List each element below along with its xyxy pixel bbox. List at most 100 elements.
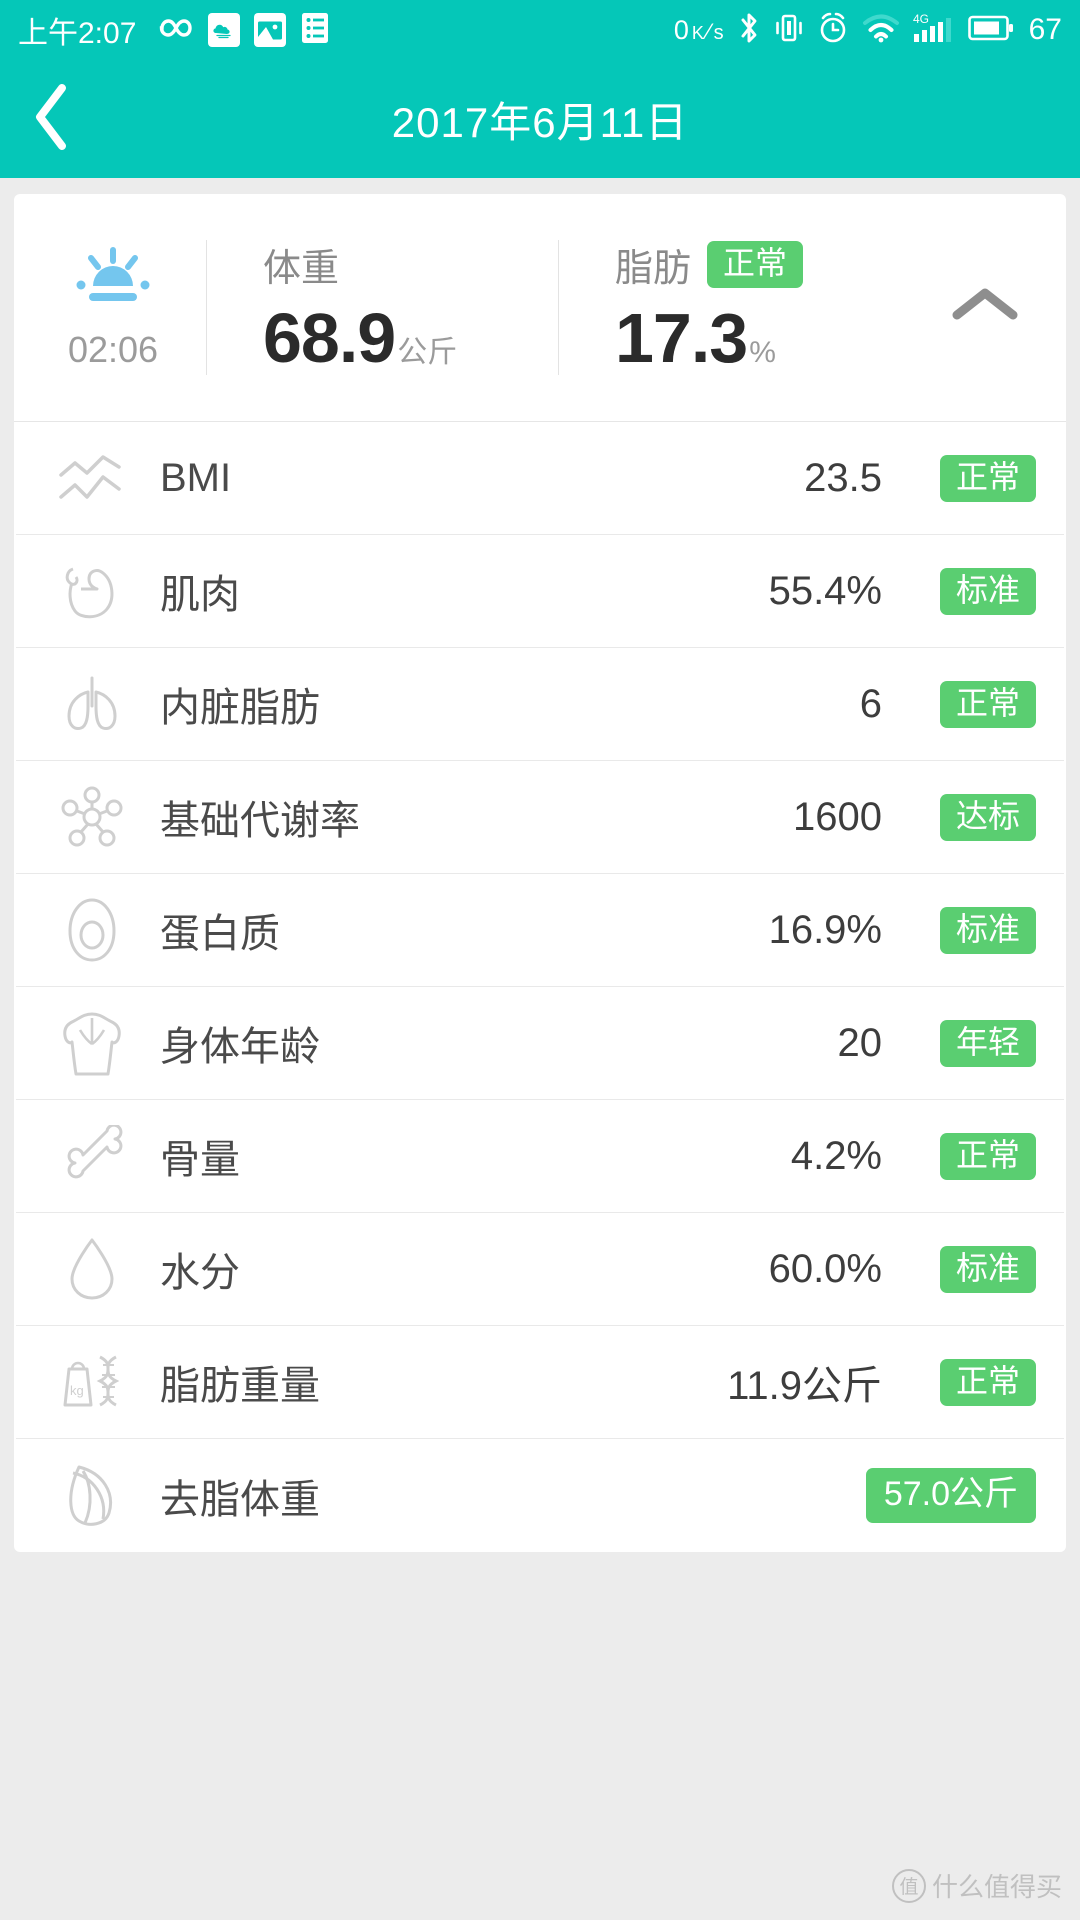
metric-badge-slot: 达标 — [904, 793, 1036, 841]
status-badge: 标准 — [939, 567, 1036, 615]
trend-line-icon — [46, 451, 138, 505]
metric-value: 60.0% — [768, 1246, 882, 1291]
table-row[interactable]: BMI 23.5 正常 — [16, 422, 1064, 535]
status-badge: 正常 — [939, 680, 1036, 728]
metric-badge-slot: 标准 — [904, 567, 1036, 615]
chevron-up-icon — [949, 281, 1021, 334]
table-row[interactable]: 水分 60.0% 标准 — [16, 1213, 1064, 1326]
network-speed-indicator: 0 K ⁄ s — [673, 14, 724, 45]
metric-badge-slot: 正常 — [904, 1132, 1036, 1180]
network-speed-value: 0 — [673, 14, 689, 45]
molecule-icon — [46, 786, 138, 848]
summary-weight-unit: 公斤 — [397, 336, 458, 369]
network-speed-unit: K — [692, 24, 704, 42]
status-badge: 正常 — [939, 454, 1036, 502]
watermark: 值 什么值得买 — [891, 1867, 1062, 1904]
summary-weight-label: 体重 — [263, 248, 340, 290]
metric-value: 1600 — [793, 794, 882, 839]
summary-section: 02:06 体重 68.9 公斤 脂肪 正常 17.3 % — [14, 194, 1066, 422]
status-badge: 正常 — [939, 1132, 1036, 1180]
metric-value: 20 — [837, 1020, 883, 1065]
table-row[interactable]: 去脂体重 57.0公斤 — [16, 1439, 1064, 1552]
metric-label: 身体年龄 — [160, 1025, 320, 1069]
metric-badge-slot: 正常 — [904, 454, 1036, 502]
status-badge: 标准 — [939, 906, 1036, 954]
metric-value: 16.9% — [768, 907, 882, 952]
summary-weight-block: 体重 68.9 公斤 — [207, 194, 558, 421]
metric-label: 肌肉 — [160, 573, 240, 617]
metric-badge-slot: 标准 — [904, 1245, 1036, 1293]
muscle-arm-icon — [46, 559, 138, 623]
metric-value: 55.4% — [768, 568, 882, 613]
summary-weight-value-row: 68.9 公斤 — [263, 298, 558, 378]
metric-label: 脂肪重量 — [160, 1364, 320, 1408]
list-icon — [300, 11, 330, 50]
status-badge: 57.0公斤 — [865, 1468, 1036, 1523]
metric-value: 4.2% — [790, 1133, 882, 1178]
table-row[interactable]: 骨量 4.2% 正常 — [16, 1100, 1064, 1213]
table-row[interactable]: 蛋白质 16.9% 标准 — [16, 874, 1064, 987]
metric-value: 6 — [859, 681, 882, 726]
metric-label: 水分 — [160, 1251, 240, 1295]
watermark-text: 什么值得买 — [931, 1872, 1062, 1902]
metric-label: 去脂体重 — [160, 1477, 320, 1522]
svg-text:4G: 4G — [913, 12, 929, 26]
metric-badge-slot: 标准 — [904, 906, 1036, 954]
wifi-icon — [862, 13, 900, 48]
vibrate-icon — [774, 11, 804, 50]
svg-text:kg: kg — [70, 1383, 84, 1398]
summary-fat-block: 脂肪 正常 17.3 % — [559, 194, 910, 421]
metric-label: 内脏脂肪 — [160, 686, 320, 730]
summary-time: 02:06 — [67, 329, 159, 370]
metric-badge-slot: 正常 — [904, 1358, 1036, 1406]
lungs-icon — [46, 672, 138, 736]
metric-label: 蛋白质 — [160, 912, 280, 956]
summary-fat-value: 17.3 — [615, 299, 748, 377]
sunrise-icon — [71, 244, 155, 311]
summary-time-block: 02:06 — [20, 194, 206, 421]
table-row[interactable]: 内脏脂肪 6 正常 — [16, 648, 1064, 761]
cloud-app-icon — [208, 13, 241, 47]
summary-fat-status-badge: 正常 — [707, 241, 804, 288]
status-clock: 上午2:07 — [18, 17, 137, 50]
metric-badge-slot: 57.0公斤 — [846, 1468, 1036, 1523]
infinity-icon — [150, 13, 194, 48]
page-body: 02:06 体重 68.9 公斤 脂肪 正常 17.3 % BMI 23.5 正… — [0, 178, 1080, 1920]
status-bar-right: 0 K ⁄ s 4G 67 — [674, 11, 1062, 50]
weight-dna-icon: kg — [46, 1351, 138, 1413]
metric-badge-slot: 年轻 — [904, 1019, 1036, 1067]
status-badge: 正常 — [939, 1358, 1036, 1406]
metric-label: 基础代谢率 — [160, 799, 360, 843]
measurement-card: 02:06 体重 68.9 公斤 脂肪 正常 17.3 % BMI 23.5 正… — [14, 194, 1066, 1552]
table-row[interactable]: kg 脂肪重量 11.9公斤 正常 — [16, 1326, 1064, 1439]
metric-value: 11.9公斤 — [727, 1364, 882, 1408]
status-badge: 标准 — [939, 1245, 1036, 1293]
collapse-toggle-button[interactable] — [910, 194, 1060, 421]
summary-fat-value-row: 17.3 % — [615, 298, 910, 378]
status-badge: 达标 — [939, 793, 1036, 841]
back-button[interactable] — [14, 81, 90, 157]
bluetooth-icon — [737, 11, 761, 50]
summary-fat-unit: % — [749, 336, 776, 369]
alarm-icon — [817, 11, 849, 50]
bone-icon — [46, 1125, 138, 1187]
battery-icon — [967, 14, 1014, 47]
status-bar-left: 上午2:07 — [18, 8, 330, 52]
metric-list: BMI 23.5 正常 肌肉 55.4% 标准 内脏脂肪 6 正常 基础代谢率 … — [14, 422, 1066, 1552]
metric-value: 23.5 — [804, 455, 882, 500]
chevron-left-icon — [28, 82, 76, 157]
summary-weight-value: 68.9 — [263, 299, 396, 377]
title-bar: 2017年6月11日 — [0, 60, 1080, 178]
metric-label: 骨量 — [160, 1138, 240, 1182]
table-row[interactable]: 基础代谢率 1600 达标 — [16, 761, 1064, 874]
metric-label: BMI — [160, 455, 232, 500]
network-speed-unit-top: K — [691, 22, 704, 43]
watermark-mark-icon: 值 — [891, 1868, 926, 1903]
page-title: 2017年6月11日 — [391, 98, 689, 146]
battery-percent: 67 — [1028, 13, 1062, 46]
leaf-icon — [46, 1463, 138, 1529]
status-badge: 年轻 — [939, 1019, 1036, 1067]
table-row[interactable]: 身体年龄 20 年轻 — [16, 987, 1064, 1100]
table-row[interactable]: 肌肉 55.4% 标准 — [16, 535, 1064, 648]
network-speed-unit-bottom: s — [713, 21, 724, 44]
